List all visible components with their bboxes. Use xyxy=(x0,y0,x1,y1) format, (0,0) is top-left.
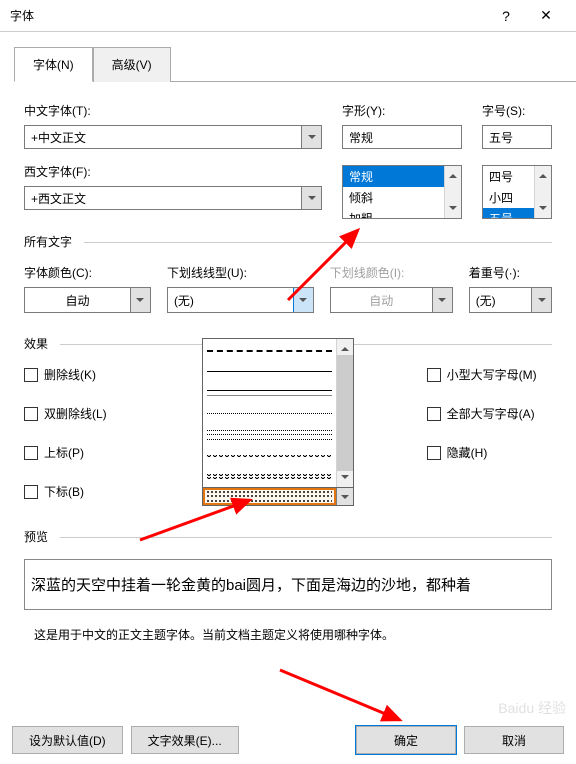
emphasis-label: 着重号(·): xyxy=(469,264,552,281)
scrollbar[interactable] xyxy=(534,166,551,218)
emphasis-combo[interactable]: (无) xyxy=(469,287,552,313)
help-button[interactable]: ? xyxy=(486,0,526,32)
checkbox-box[interactable] xyxy=(24,485,38,499)
checkbox-下标B[interactable]: 下标(B) xyxy=(24,483,107,500)
window-title: 字体 xyxy=(10,7,486,24)
cancel-button[interactable]: 取消 xyxy=(464,726,564,754)
underline-option[interactable] xyxy=(203,381,336,402)
underline-option[interactable] xyxy=(203,424,336,445)
checkbox-box[interactable] xyxy=(427,407,441,421)
checkbox-box[interactable] xyxy=(427,368,441,382)
preview-note: 这是用于中文的正文主题字体。当前文档主题定义将使用哪种字体。 xyxy=(34,626,542,643)
chevron-down-icon[interactable] xyxy=(301,126,321,148)
underline-option[interactable] xyxy=(203,402,336,423)
size-listbox[interactable]: 四号小四五号 xyxy=(482,165,552,219)
size-option[interactable]: 小四 xyxy=(483,187,534,208)
underline-option[interactable] xyxy=(203,445,336,466)
en-font-label: 西文字体(F): xyxy=(24,163,322,180)
size-label: 字号(S): xyxy=(482,102,552,119)
size-input[interactable] xyxy=(482,125,552,149)
font-color-label: 字体颜色(C): xyxy=(24,264,151,281)
checkbox-双删除线L[interactable]: 双删除线(L) xyxy=(24,405,107,422)
scrollbar[interactable] xyxy=(444,166,461,218)
style-listbox[interactable]: 常规倾斜加粗 xyxy=(342,165,462,219)
chevron-down-icon[interactable] xyxy=(301,187,321,209)
checkbox-box[interactable] xyxy=(24,446,38,460)
footer: 设为默认值(D) 文字效果(E)... 确定 取消 xyxy=(12,726,564,754)
style-option[interactable]: 常规 xyxy=(343,166,444,187)
preview-text: 深蓝的天空中挂着一轮金黄的bai圆月，下面是海边的沙地，都种着 xyxy=(24,559,552,610)
chevron-down-icon[interactable] xyxy=(293,288,313,312)
chevron-down-icon[interactable] xyxy=(130,288,150,312)
checkbox-box[interactable] xyxy=(24,368,38,382)
chevron-down-icon xyxy=(432,288,452,312)
watermark: Baidu 经验 xyxy=(498,698,566,718)
underline-color-label: 下划线颜色(I): xyxy=(330,264,453,281)
text-effects-button[interactable]: 文字效果(E)... xyxy=(131,726,239,754)
style-label: 字形(Y): xyxy=(342,102,462,119)
underline-option[interactable] xyxy=(203,339,336,360)
tab-bar: 字体(N) 高级(V) xyxy=(14,46,576,82)
checkbox-box[interactable] xyxy=(427,446,441,460)
scroll-down-icon[interactable] xyxy=(535,202,551,218)
scroll-up-icon[interactable] xyxy=(445,166,461,182)
all-text-group: 所有文字 xyxy=(24,233,552,250)
style-option[interactable]: 加粗 xyxy=(343,208,444,219)
underline-combo[interactable]: (无) xyxy=(167,287,314,313)
cn-font-label: 中文字体(T): xyxy=(24,102,322,119)
scroll-down-icon[interactable] xyxy=(445,202,461,218)
checkbox-小型大写字母M[interactable]: 小型大写字母(M) xyxy=(427,366,537,383)
chevron-down-icon[interactable] xyxy=(531,288,551,312)
ok-button[interactable]: 确定 xyxy=(356,726,456,754)
style-input[interactable] xyxy=(342,125,462,149)
title-bar: 字体 ? ✕ xyxy=(0,0,576,32)
close-button[interactable]: ✕ xyxy=(526,0,566,32)
checkbox-删除线K[interactable]: 删除线(K) xyxy=(24,366,107,383)
underline-option[interactable] xyxy=(203,466,336,487)
underline-option[interactable] xyxy=(203,360,336,381)
underline-option-selected[interactable] xyxy=(203,488,336,505)
chevron-down-icon[interactable] xyxy=(336,488,353,505)
scroll-down-icon[interactable] xyxy=(337,471,353,487)
cn-font-input[interactable] xyxy=(25,130,301,144)
font-color-combo[interactable]: 自动 xyxy=(24,287,151,313)
scroll-up-icon[interactable] xyxy=(535,166,551,182)
checkbox-全部大写字母A[interactable]: 全部大写字母(A) xyxy=(427,405,537,422)
en-font-combo[interactable] xyxy=(24,186,322,210)
underline-label: 下划线线型(U): xyxy=(167,264,314,281)
size-option[interactable]: 四号 xyxy=(483,166,534,187)
underline-dropdown-open[interactable] xyxy=(202,338,354,506)
tab-font[interactable]: 字体(N) xyxy=(14,47,93,82)
underline-color-combo: 自动 xyxy=(330,287,453,313)
cn-font-combo[interactable] xyxy=(24,125,322,149)
en-font-input[interactable] xyxy=(25,191,301,205)
scrollbar[interactable] xyxy=(336,339,353,487)
preview-group: 预览 xyxy=(24,528,552,545)
set-default-button[interactable]: 设为默认值(D) xyxy=(12,726,123,754)
scroll-up-icon[interactable] xyxy=(337,339,353,355)
style-option[interactable]: 倾斜 xyxy=(343,187,444,208)
size-option[interactable]: 五号 xyxy=(483,208,534,219)
tab-advanced[interactable]: 高级(V) xyxy=(93,47,171,82)
checkbox-上标P[interactable]: 上标(P) xyxy=(24,444,107,461)
checkbox-box[interactable] xyxy=(24,407,38,421)
checkbox-隐藏H[interactable]: 隐藏(H) xyxy=(427,444,537,461)
